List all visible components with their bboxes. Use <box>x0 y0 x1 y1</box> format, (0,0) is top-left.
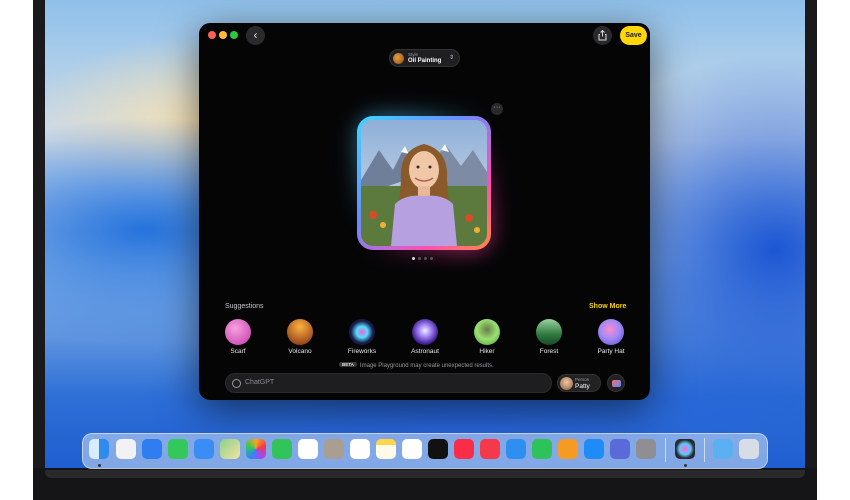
share-button[interactable] <box>593 26 612 45</box>
style-picker[interactable]: Style Oil Painting ⇕ <box>389 49 460 67</box>
minimize-window-button[interactable] <box>219 31 227 39</box>
freeform-icon[interactable] <box>402 439 422 459</box>
laptop-hinge <box>45 470 805 478</box>
dock-separator <box>665 438 666 462</box>
portrait-illustration <box>361 120 487 246</box>
suggestion-label: Astronaut <box>411 348 439 355</box>
safari-icon[interactable] <box>142 439 162 459</box>
suggestion-astronaut[interactable]: Astronaut <box>400 319 450 355</box>
suggestion-label: Fireworks <box>347 348 377 355</box>
keynote-icon[interactable] <box>506 439 526 459</box>
person-name: Patty <box>575 383 590 390</box>
music-icon[interactable] <box>454 439 474 459</box>
chevron-updown-icon: ⇕ <box>448 55 454 61</box>
disclaimer-text: BETA Image Playground may create unexpect… <box>339 362 494 369</box>
suggestions-heading: Suggestions <box>225 303 264 310</box>
finder-icon[interactable] <box>89 439 109 459</box>
page-dot[interactable] <box>430 257 433 260</box>
close-window-button[interactable] <box>208 31 216 39</box>
share-icon <box>598 30 607 41</box>
suggestion-label: Party Hat <box>597 348 625 355</box>
suggestion-party-hat[interactable]: Party Hat <box>586 319 636 355</box>
disclaimer-message: Image Playground may create unexpected r… <box>359 363 494 369</box>
more-options-button[interactable]: ··· <box>491 103 503 115</box>
facetime-icon[interactable] <box>272 439 292 459</box>
calendar-icon[interactable] <box>298 439 318 459</box>
trash-icon[interactable] <box>739 439 759 459</box>
oil-painting-style-icon <box>393 53 404 64</box>
volcano-icon <box>287 319 313 345</box>
generated-portrait-image <box>361 120 487 246</box>
suggestion-label: Forest <box>539 348 559 355</box>
tv-icon[interactable] <box>428 439 448 459</box>
page-dot[interactable] <box>424 257 427 260</box>
chatgpt-icon <box>232 379 241 388</box>
messages-icon[interactable] <box>168 439 188 459</box>
mail-icon[interactable] <box>194 439 214 459</box>
zoom-window-button[interactable] <box>230 31 238 39</box>
forest-icon <box>536 319 562 345</box>
photo-library-icon <box>612 380 621 387</box>
page-dot[interactable] <box>418 257 421 260</box>
downloads-folder-icon[interactable] <box>713 439 733 459</box>
image-playground-icon[interactable] <box>675 439 695 459</box>
chevron-left-icon: ‹ <box>253 28 258 42</box>
suggestion-label: Scarf <box>230 348 246 355</box>
back-button[interactable]: ‹ <box>246 26 265 45</box>
launchpad-icon[interactable] <box>116 439 136 459</box>
prompt-input[interactable]: ChatGPT <box>225 373 552 393</box>
suggestion-forest[interactable]: Forest <box>524 319 574 355</box>
prompt-placeholder: ChatGPT <box>245 379 275 386</box>
scarf-icon <box>225 319 251 345</box>
save-button[interactable]: Save <box>620 26 647 45</box>
reminders-icon[interactable] <box>350 439 370 459</box>
suggestion-volcano[interactable]: Volcano <box>275 319 325 355</box>
pages-icon[interactable] <box>558 439 578 459</box>
style-caption: Style <box>408 52 419 57</box>
iphone-mirroring-icon[interactable] <box>610 439 630 459</box>
numbers-icon[interactable] <box>532 439 552 459</box>
person-picker[interactable]: Person Patty <box>557 374 601 392</box>
app-store-icon[interactable] <box>584 439 604 459</box>
photos-icon[interactable] <box>246 439 266 459</box>
notes-icon[interactable] <box>376 439 396 459</box>
add-image-button[interactable] <box>607 374 625 392</box>
suggestion-scarf[interactable]: Scarf <box>213 319 263 355</box>
dock-separator <box>704 438 705 462</box>
running-indicator <box>684 464 687 467</box>
hiker-icon <box>474 319 500 345</box>
person-caption: Person <box>575 377 590 382</box>
style-value: Oil Painting <box>408 58 442 64</box>
generated-image-frame[interactable] <box>357 116 491 250</box>
page-dot-active[interactable] <box>412 257 415 260</box>
image-playground-window: ‹ Save Style Oil Painting ⇕ ··· Suggesti… <box>199 23 650 400</box>
avatar <box>560 377 573 390</box>
fireworks-icon <box>349 319 375 345</box>
contacts-icon[interactable] <box>324 439 344 459</box>
maps-icon[interactable] <box>220 439 240 459</box>
suggestion-fireworks[interactable]: Fireworks <box>337 319 387 355</box>
astronaut-icon <box>412 319 438 345</box>
party-hat-icon <box>598 319 624 345</box>
news-icon[interactable] <box>480 439 500 459</box>
suggestion-hiker[interactable]: Hiker <box>462 319 512 355</box>
suggestion-label: Volcano <box>288 348 312 355</box>
suggestion-label: Hiker <box>479 348 495 355</box>
running-indicator <box>98 464 101 467</box>
system-settings-icon[interactable] <box>636 439 656 459</box>
show-more-button[interactable]: Show More <box>589 303 626 310</box>
beta-badge: BETA <box>339 362 357 367</box>
